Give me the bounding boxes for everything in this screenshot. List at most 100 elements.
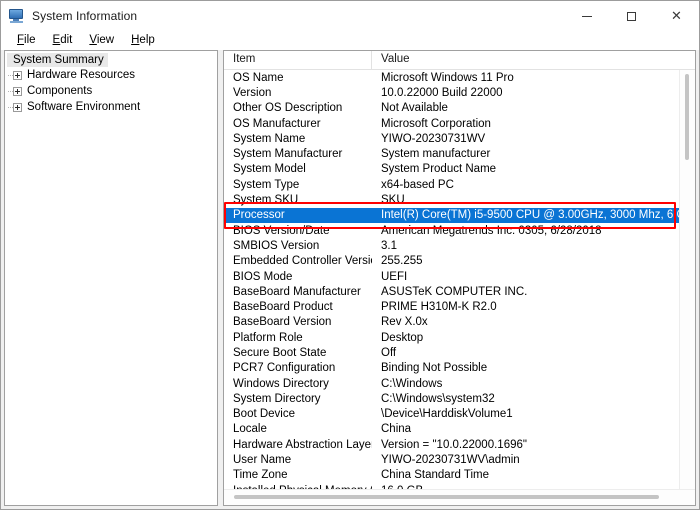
menu-view[interactable]: View: [81, 33, 123, 47]
cell-item: Hardware Abstraction Layer: [233, 438, 372, 451]
table-row[interactable]: User Name YIWO-20230731WV\admin: [224, 452, 695, 467]
tree-item-software-environment[interactable]: Software Environment: [5, 99, 217, 115]
cell-value: C:\Windows: [381, 377, 443, 390]
column-header-value[interactable]: Value: [372, 51, 695, 69]
details-list-pane: Item Value OS Name Microsoft Windows 11 P…: [223, 50, 696, 506]
cell-value: x64-based PC: [381, 178, 454, 191]
list-body: OS Name Microsoft Windows 11 Pro Version 10…: [224, 70, 695, 489]
system-information-window: System Information ✕ File Edit View Help…: [0, 0, 700, 510]
table-row[interactable]: BaseBoard Manufacturer ASUSTeK COMPUTER I…: [224, 284, 695, 299]
cell-value: Intel(R) Core(TM) i5-9500 CPU @ 3.00GHz,…: [381, 209, 695, 222]
table-row[interactable]: BIOS Version/Date American Megatrends Inc…: [224, 223, 695, 238]
navigation-tree-pane[interactable]: System Summary Hardware Resources Compon…: [4, 50, 218, 506]
table-row[interactable]: BaseBoard Product PRIME H310M-K R2.0: [224, 299, 695, 314]
table-row[interactable]: Version 10.0.22000 Build 22000: [224, 85, 695, 100]
table-row[interactable]: BIOS Mode UEFI: [224, 269, 695, 284]
table-row[interactable]: System Type x64-based PC: [224, 177, 695, 192]
cell-value: Microsoft Windows 11 Pro: [381, 71, 514, 84]
table-row[interactable]: Windows Directory C:\Windows: [224, 376, 695, 391]
cell-value: YIWO-20230731WV\admin: [381, 454, 520, 467]
table-rows: OS Name Microsoft Windows 11 Pro Version 10…: [224, 70, 695, 489]
table-row[interactable]: Hardware Abstraction Layer Version = "10.…: [224, 437, 695, 452]
minimize-button[interactable]: [564, 1, 609, 31]
table-row[interactable]: System Directory C:\Windows\system32: [224, 391, 695, 406]
tree-item-hardware-resources[interactable]: Hardware Resources: [5, 67, 217, 83]
table-row[interactable]: OS Name Microsoft Windows 11 Pro: [224, 70, 695, 85]
cell-value: Binding Not Possible: [381, 362, 488, 375]
cell-value: Not Available: [381, 102, 448, 115]
table-row[interactable]: OS Manufacturer Microsoft Corporation: [224, 116, 695, 131]
plus-box-icon[interactable]: [13, 70, 22, 80]
cell-item: System SKU: [233, 194, 299, 207]
table-row[interactable]: Processor Intel(R) Core(TM) i5-9500 CPU @…: [224, 207, 695, 223]
cell-value: Rev X.0x: [381, 316, 428, 329]
menu-edit-label: dit: [60, 34, 73, 46]
menu-help-label: elp: [139, 34, 155, 46]
close-icon: ✕: [671, 8, 682, 24]
cell-item: SMBIOS Version: [233, 239, 320, 252]
cell-value: 255.255: [381, 255, 423, 268]
table-row[interactable]: SMBIOS Version 3.1: [224, 238, 695, 253]
tree-item-system-summary[interactable]: System Summary: [7, 53, 108, 67]
cell-value: Off: [381, 346, 397, 359]
window-controls: ✕: [564, 1, 699, 31]
menu-file[interactable]: File: [9, 33, 45, 47]
table-row[interactable]: BaseBoard Version Rev X.0x: [224, 315, 695, 330]
cell-item: BIOS Version/Date: [233, 224, 330, 237]
cell-item: Secure Boot State: [233, 346, 327, 359]
table-row[interactable]: PCR7 Configuration Binding Not Possible: [224, 361, 695, 376]
plus-box-icon[interactable]: [13, 102, 22, 112]
table-row[interactable]: System Manufacturer System manufacturer: [224, 146, 695, 161]
table-row[interactable]: Embedded Controller Version 255.255: [224, 254, 695, 269]
table-row[interactable]: System Name YIWO-20230731WV: [224, 131, 695, 146]
cell-item: System Type: [233, 178, 300, 191]
table-row[interactable]: Platform Role Desktop: [224, 330, 695, 345]
cell-value: China Standard Time: [381, 469, 490, 482]
menu-view-label: iew: [96, 34, 115, 46]
table-row[interactable]: System SKU SKU: [224, 192, 695, 207]
navigation-tree: System Summary Hardware Resources Compon…: [5, 51, 217, 115]
cell-value: System Product Name: [381, 163, 497, 176]
cell-value: China: [381, 423, 412, 436]
maximize-icon: [627, 11, 636, 21]
window-title: System Information: [32, 9, 138, 23]
cell-value: System manufacturer: [381, 148, 491, 161]
cell-item: Windows Directory: [233, 377, 329, 390]
menu-help[interactable]: Help: [123, 33, 164, 47]
menu-file-label: ile: [24, 34, 36, 46]
cell-item: BIOS Mode: [233, 270, 293, 283]
cell-value: 10.0.22000 Build 22000: [381, 86, 503, 99]
content-area: System Summary Hardware Resources Compon…: [1, 50, 699, 509]
table-row[interactable]: Other OS Description Not Available: [224, 101, 695, 116]
close-button[interactable]: ✕: [654, 1, 699, 31]
table-row[interactable]: Boot Device \Device\HarddiskVolume1: [224, 407, 695, 422]
maximize-button[interactable]: [609, 1, 654, 31]
title-bar[interactable]: System Information ✕: [1, 1, 699, 31]
horizontal-scrollbar[interactable]: [224, 489, 695, 505]
cell-value: UEFI: [381, 270, 408, 283]
cell-value: ASUSTeK COMPUTER INC.: [381, 285, 528, 298]
table-row[interactable]: Time Zone China Standard Time: [224, 468, 695, 483]
table-row[interactable]: Locale China: [224, 422, 695, 437]
cell-item: BaseBoard Manufacturer: [233, 285, 361, 298]
cell-value: Desktop: [381, 331, 424, 344]
cell-value: \Device\HarddiskVolume1: [381, 408, 513, 421]
horizontal-scrollbar-thumb[interactable]: [234, 495, 659, 499]
tree-item-label: Software Environment: [27, 101, 141, 113]
table-row[interactable]: Secure Boot State Off: [224, 345, 695, 360]
cell-value: Version = "10.0.22000.1696": [381, 438, 527, 451]
cell-value: Microsoft Corporation: [381, 117, 491, 130]
menu-edit[interactable]: Edit: [45, 33, 82, 47]
vertical-scrollbar[interactable]: [679, 70, 695, 489]
cell-value: PRIME H310M-K R2.0: [381, 301, 497, 314]
table-row[interactable]: System Model System Product Name: [224, 162, 695, 177]
plus-box-icon[interactable]: [13, 86, 22, 96]
column-header-item[interactable]: Item: [224, 51, 372, 69]
cell-value: 3.1: [381, 239, 397, 252]
tree-item-components[interactable]: Components: [5, 83, 217, 99]
cell-item: Time Zone: [233, 469, 288, 482]
cell-item: Other OS Description: [233, 102, 343, 115]
vertical-scrollbar-thumb[interactable]: [685, 74, 689, 160]
cell-item: OS Name: [233, 71, 284, 84]
cell-item: Locale: [233, 423, 267, 436]
